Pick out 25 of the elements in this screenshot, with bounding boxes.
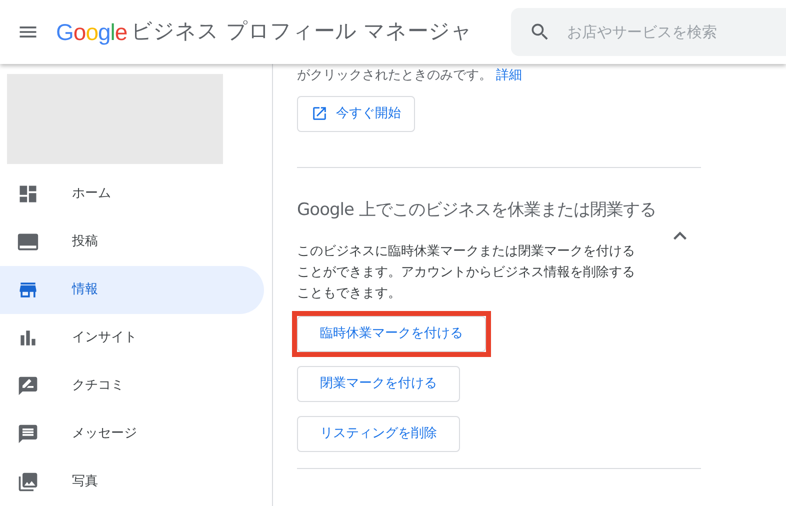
nav-item[interactable]: クチコミ [0, 362, 264, 410]
details-link[interactable]: 詳細 [496, 68, 522, 83]
nav-item[interactable]: 写真 [0, 458, 264, 506]
action-button[interactable]: 臨時休業マークを付ける [297, 316, 486, 352]
action-button[interactable]: 閉業マークを付ける [297, 366, 460, 402]
nav-item[interactable]: 投稿 [0, 218, 264, 266]
message-icon [17, 423, 39, 445]
info-text: がクリックされたときのみです。 詳細 [297, 67, 524, 85]
nav-item[interactable]: メッセージ [0, 410, 264, 458]
start-now-button[interactable]: 今すぐ開始 [297, 96, 415, 132]
review-icon [17, 375, 39, 397]
nav-item[interactable]: 情報 [0, 266, 264, 314]
open-in-new-icon [311, 105, 328, 122]
nav-item[interactable]: ホーム [0, 170, 264, 218]
action-button[interactable]: リスティングを削除 [297, 416, 460, 452]
app-title: ビジネス プロフィール マネージャ [131, 18, 473, 46]
photo-library-icon [17, 471, 39, 493]
search-bar[interactable]: お店やサービスを検索 [511, 8, 786, 56]
dashboard-icon [17, 183, 39, 205]
nav-item[interactable]: インサイト [0, 314, 264, 362]
search-field[interactable]: お店やサービスを検索 [567, 20, 767, 44]
post-icon [17, 231, 39, 253]
section-description: このビジネスに臨時休業マークまたは閉業マークを付けることができます。アカウントからビジネス情報を削除することもできます。 [297, 243, 636, 303]
section-title: Google 上でこのビジネスを休業または閉業する [297, 198, 657, 222]
google-logo: Google [56, 18, 128, 47]
